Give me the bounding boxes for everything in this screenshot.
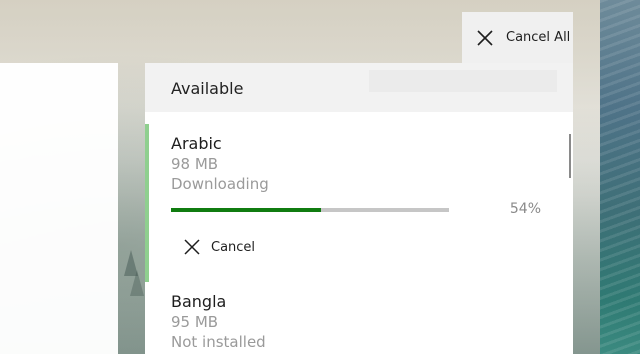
panel-title: Available (171, 79, 244, 98)
language-status: Not installed (171, 333, 266, 351)
language-status: Downloading (171, 175, 269, 193)
close-icon (184, 239, 200, 255)
language-name[interactable]: Arabic (171, 134, 222, 153)
cancel-download-button[interactable]: Cancel (183, 236, 255, 258)
background-ocean (600, 0, 640, 354)
language-name[interactable]: Bangla (171, 292, 226, 311)
cancel-all-label: Cancel All (506, 30, 571, 45)
cancel-download-label: Cancel (211, 239, 256, 255)
language-size: 95 MB (171, 313, 219, 331)
language-panel: Available Arabic 98 MB Downloading 54% C… (145, 63, 573, 354)
close-icon (477, 29, 493, 46)
selected-indicator (145, 124, 149, 282)
download-progress-bar (171, 208, 449, 212)
header-field (369, 70, 557, 92)
scrollbar[interactable] (569, 134, 571, 178)
left-panel (0, 63, 118, 354)
cancel-all-button[interactable]: Cancel All (462, 12, 573, 63)
language-list[interactable]: Arabic 98 MB Downloading 54% Cancel Bang… (145, 112, 573, 354)
download-progress-percent: 54% (509, 201, 541, 217)
panel-header: Available (145, 63, 573, 112)
download-progress-fill (171, 208, 322, 212)
language-size: 98 MB (171, 155, 219, 173)
background-tree (130, 270, 144, 296)
